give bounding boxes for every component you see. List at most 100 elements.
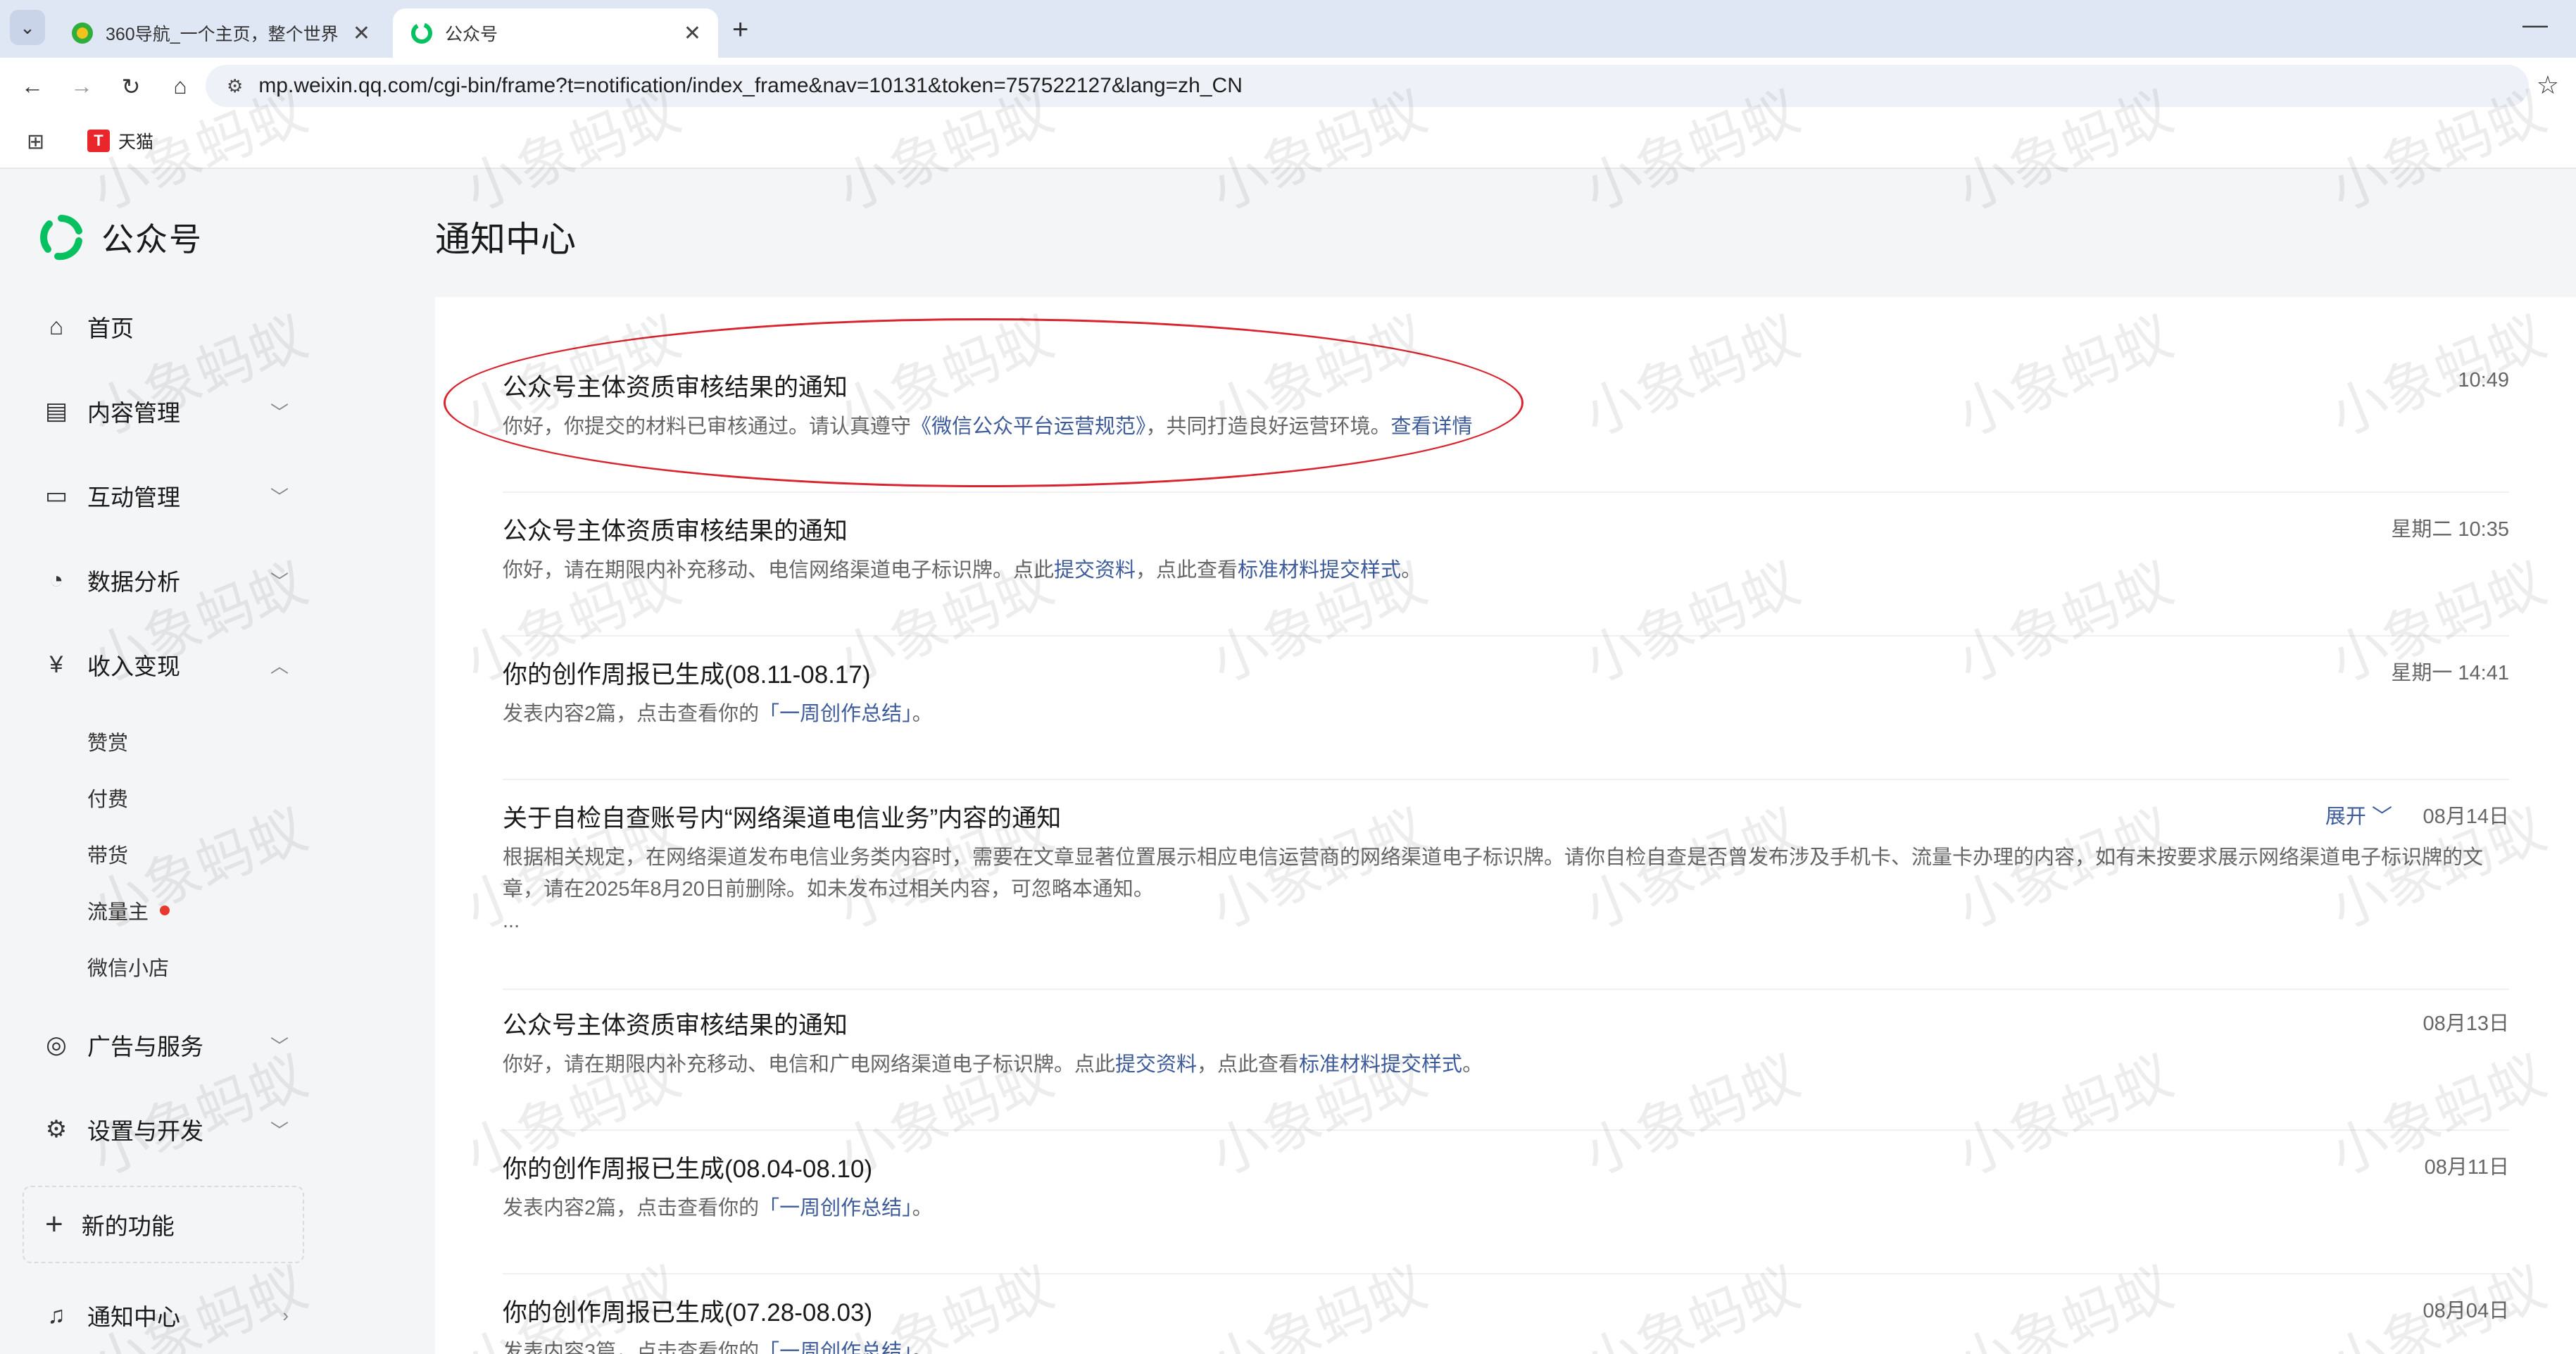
brand-logo[interactable]: 公众号 — [37, 213, 203, 262]
subitem-label: 付费 — [87, 789, 129, 811]
browser-tab-gongzhonghao[interactable]: 公众号 ✕ — [393, 8, 718, 58]
notification-list: 公众号主体资质审核结果的通知 10:49 你好，你提交的材料已审核通过。请认真遵… — [435, 297, 2576, 1354]
chat-icon: ▭ — [44, 482, 68, 509]
browser-tab-bar: ⌄ 360导航_一个主页，整个世界 ✕ 公众号 ✕ + — — [0, 0, 2576, 58]
minimize-window-button[interactable]: — — [2522, 10, 2548, 39]
notice-text: 你好，你提交的材料已审核通过。请认真遵守 — [503, 415, 912, 438]
notice-item[interactable]: 你的创作周报已生成(07.28-08.03) 08月04日 发表内容3篇，点击查… — [503, 1293, 2509, 1354]
sidebar-subitem-traffic-owner[interactable]: 流量主 — [87, 896, 170, 925]
chevron-down-icon: ﹀ — [270, 1035, 289, 1057]
notice-title: 公众号主体资质审核结果的通知 — [503, 518, 848, 545]
sidebar-item-monetization[interactable]: ¥ 收入变现 ︿ — [42, 644, 289, 686]
sidebar-subitem-commerce[interactable]: 带货 — [87, 839, 128, 869]
notice-text: 发表内容2篇，点击查看你的 — [503, 1197, 760, 1220]
close-tab-icon[interactable]: ✕ — [353, 21, 370, 46]
notice-item[interactable]: 你的创作周报已生成(08.04-08.10) 08月11日 发表内容2篇，点击查… — [503, 1149, 2509, 1274]
standard-format-link[interactable]: 标准材料提交样式 — [1299, 1053, 1462, 1076]
notice-item[interactable]: 公众号主体资质审核结果的通知 08月13日 你好，请在期限内补充移动、电信和广电… — [503, 1005, 2509, 1131]
url-text: mp.weixin.qq.com/cgi-bin/frame?t=notific… — [258, 74, 1243, 97]
sidebar-item-label: 收入变现 — [87, 653, 180, 679]
notice-time: 08月04日 — [2423, 1300, 2509, 1322]
sidebar-item-notifications[interactable]: ♫ 通知中心 › — [42, 1294, 289, 1336]
notice-body: 你好，请在期限内补充移动、电信网络渠道电子标识牌。点此提交资料，点此查看标准材料… — [503, 555, 2509, 587]
plus-icon: + — [45, 1207, 63, 1241]
notice-item[interactable]: 公众号主体资质审核结果的通知 10:49 你好，你提交的材料已审核通过。请认真遵… — [503, 368, 2509, 493]
sidebar-item-home[interactable]: ⌂ 首页 — [42, 306, 289, 348]
sidebar-item-analytics[interactable]: ◔ 数据分析 ﹀ — [42, 559, 289, 601]
chevron-down-icon: ﹀ — [2371, 805, 2392, 828]
360-favicon-icon — [72, 23, 93, 44]
submit-materials-link[interactable]: 提交资料 — [1054, 559, 1136, 582]
sidebar-item-settings[interactable]: ⚙ 设置与开发 ﹀ — [42, 1108, 289, 1151]
sidebar-item-label: 通知中心 — [87, 1304, 180, 1330]
view-details-link[interactable]: 查看详情 — [1391, 415, 1473, 438]
new-function-button[interactable]: + 新的功能 — [23, 1186, 304, 1263]
site-info-icon[interactable]: ⚙ — [227, 75, 243, 97]
notice-text: 。 — [912, 1341, 933, 1354]
tmall-icon: T — [87, 130, 110, 152]
sidebar-item-label: 首页 — [87, 315, 134, 341]
notice-time: 10:49 — [2458, 369, 2509, 391]
expand-label: 展开 — [2325, 805, 2366, 828]
bell-icon: ♫ — [47, 1301, 65, 1329]
gear-icon: ⚙ — [45, 1116, 68, 1143]
notice-body: 你好，你提交的材料已审核通过。请认真遵守《微信公众平台运营规范》，共同打造良好运… — [503, 411, 2509, 443]
back-arrow-icon[interactable]: ← — [18, 73, 46, 99]
bookmarks-bar: ⊞ T 天猫 — [0, 114, 2576, 169]
pie-chart-icon: ◔ — [49, 566, 64, 594]
bookmark-star-icon[interactable]: ☆ — [2537, 70, 2559, 100]
notice-time: 08月14日 — [2423, 805, 2509, 828]
chevron-down-icon: ﹀ — [270, 401, 289, 423]
notice-text: 你好，请在期限内补充移动、电信网络渠道电子标识牌。点此 — [503, 559, 1055, 582]
sidebar-item-content[interactable]: ▤ 内容管理 ﹀ — [42, 390, 289, 432]
chevron-up-icon: ︿ — [270, 655, 289, 677]
rules-link[interactable]: 《微信公众平台运营规范》 — [911, 415, 1146, 438]
bookmark-label: 天猫 — [118, 132, 154, 152]
wechat-mp-logo-icon — [40, 215, 82, 261]
tab-title: 360导航_一个主页，整个世界 — [106, 25, 339, 44]
notice-item[interactable]: 关于自检自查账号内“网络渠道电信业务”内容的通知 展开 ﹀ 08月14日 根据相… — [503, 798, 2509, 990]
notice-text: 。 — [912, 703, 933, 725]
wechat-mp-favicon-icon — [411, 23, 432, 44]
sidebar-subitem-wechat-store[interactable]: 微信小店 — [87, 952, 169, 982]
forward-arrow-icon[interactable]: → — [68, 73, 96, 99]
sidebar-subitem-paid[interactable]: 付费 — [87, 783, 128, 813]
browser-tab-360[interactable]: 360导航_一个主页，整个世界 ✕ — [54, 8, 387, 58]
bookmark-tmall[interactable]: T 天猫 — [87, 128, 153, 153]
notice-item[interactable]: 公众号主体资质审核结果的通知 星期二 10:35 你好，请在期限内补充移动、电信… — [503, 511, 2509, 637]
notice-title: 你的创作周报已生成(07.28-08.03) — [503, 1299, 873, 1327]
notice-text: 根据相关规定，在网络渠道发布电信业务类内容时，需要在文章显著位置展示相应电信运营… — [503, 846, 2484, 901]
notice-text: ，点此查看 — [1197, 1053, 1300, 1076]
brand-name: 公众号 — [101, 221, 203, 258]
expand-button[interactable]: 展开 ﹀ — [2325, 800, 2392, 829]
apps-grid-icon[interactable]: ⊞ — [27, 130, 44, 154]
tab-list-button[interactable]: ⌄ — [10, 10, 45, 45]
notice-body: 发表内容3篇，点击查看你的「一周创作总结」。 — [503, 1336, 2509, 1354]
notice-body: 发表内容2篇，点击查看你的「一周创作总结」。 — [503, 698, 2509, 730]
compass-icon: ◎ — [46, 1032, 67, 1058]
home-button-icon[interactable]: ⌂ — [166, 73, 194, 99]
chevron-down-icon: ﹀ — [270, 486, 289, 508]
notice-time: 星期二 10:35 — [2391, 518, 2509, 541]
sidebar-item-label: 互动管理 — [87, 484, 180, 510]
notice-item[interactable]: 你的创作周报已生成(08.11-08.17) 星期一 14:41 发表内容2篇，… — [503, 655, 2509, 780]
weekly-summary-link[interactable]: 「一周创作总结」 — [759, 1197, 912, 1220]
weekly-summary-link[interactable]: 「一周创作总结」 — [759, 1341, 912, 1354]
browser-address-bar: ← → ↻ ⌂ ⚙ mp.weixin.qq.com/cgi-bin/frame… — [0, 58, 2576, 114]
subitem-label: 流量主 — [87, 901, 149, 924]
weekly-summary-link[interactable]: 「一周创作总结」 — [759, 703, 912, 725]
url-omnibox[interactable]: ⚙ mp.weixin.qq.com/cgi-bin/frame?t=notif… — [206, 65, 2529, 107]
new-tab-button[interactable]: + — [732, 14, 748, 46]
close-tab-icon[interactable]: ✕ — [684, 21, 701, 46]
standard-format-link[interactable]: 标准材料提交样式 — [1238, 559, 1401, 582]
notice-title: 你的创作周报已生成(08.11-08.17) — [503, 661, 871, 689]
notice-text: 。 — [1462, 1053, 1483, 1076]
reload-icon[interactable]: ↻ — [117, 73, 145, 100]
sidebar-item-interaction[interactable]: ▭ 互动管理 ﹀ — [42, 475, 289, 517]
home-icon: ⌂ — [49, 313, 64, 340]
sidebar-subitem-appreciation[interactable]: 赞赏 — [87, 727, 128, 756]
sidebar-item-ads[interactable]: ◎ 广告与服务 ﹀ — [42, 1024, 289, 1066]
submit-materials-link[interactable]: 提交资料 — [1115, 1053, 1197, 1076]
notice-text: ，共同打造良好运营环境。 — [1145, 415, 1391, 438]
chevron-right-icon: › — [282, 1304, 289, 1326]
